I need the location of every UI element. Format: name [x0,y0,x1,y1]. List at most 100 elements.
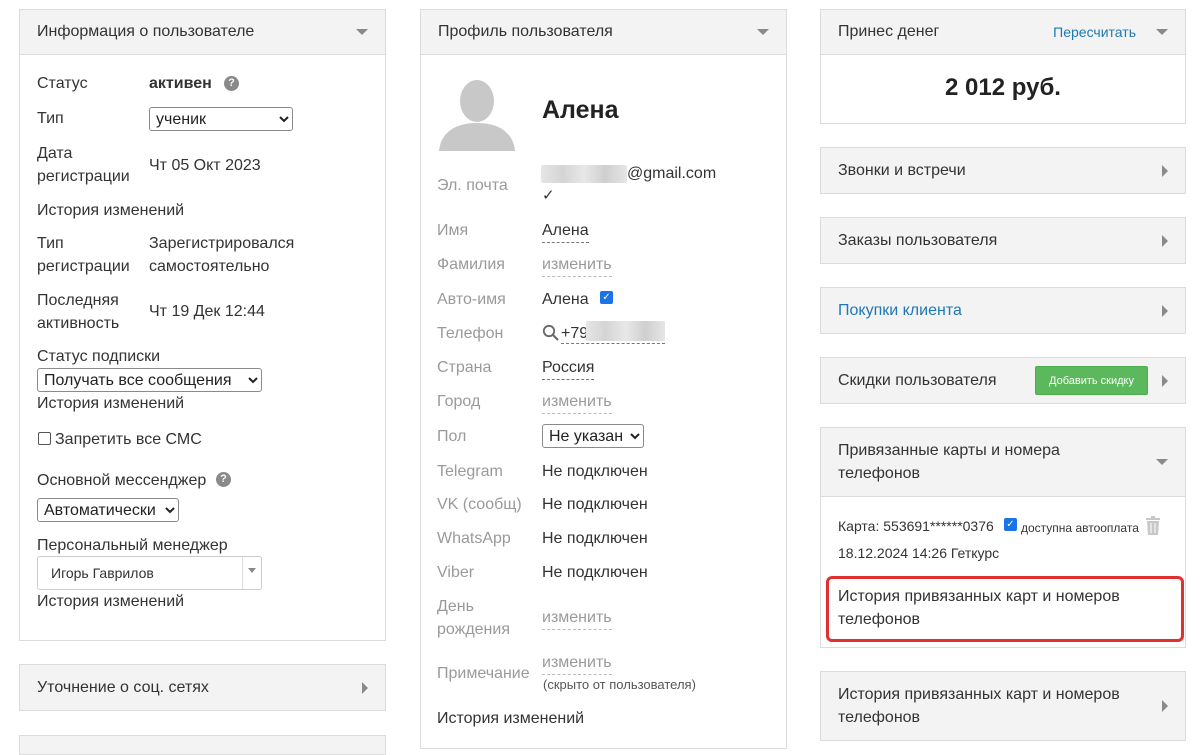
orders-header[interactable]: Заказы пользователя [821,218,1185,263]
user-info-title: Информация о пользователе [37,23,255,40]
status-label: Статус [37,75,88,92]
status-value: активен [149,75,212,92]
avatar [437,71,517,151]
chevron-down-icon[interactable] [757,29,769,35]
cards-title-line-1: Привязанные карты и номера [838,442,1060,459]
autopay-checkbox[interactable]: ✓ [1004,518,1017,531]
cards-header[interactable]: Привязанные карты и номера телефонов [821,428,1185,497]
trash-icon[interactable] [1145,516,1161,535]
cards-history-title-line-2: телефонов [838,709,921,726]
cards-history-title: История привязанных карт и номеров телеф… [838,683,1120,729]
note-label: Примечание [437,665,530,682]
telegram-label: Telegram [437,463,503,480]
first-name-value[interactable]: Алена [542,219,589,243]
discounts-title: Скидки пользователя [838,371,997,389]
city-label: Город [437,393,481,410]
messenger-select[interactable]: Автоматически [37,498,179,522]
orders-title: Заказы пользователя [838,231,998,249]
last-activity-label: Последняя [37,292,119,309]
card-number: Карта: 553691******0376 [838,518,994,534]
vk-value: Не подключен [542,496,648,513]
manager-select[interactable]: Игорь Гаврилов [37,556,262,590]
profile-history-link[interactable]: История изменений [437,707,584,730]
note-change-link[interactable]: изменить [542,651,612,675]
history-link[interactable]: История изменений [37,199,184,222]
cards-history-link-2[interactable]: телефонов [838,608,920,631]
reg-date-label: Дата [37,145,73,162]
birthday-change-link[interactable]: изменить [542,606,612,630]
cards-history-link[interactable]: История привязанных карт и номеров [838,585,1120,608]
discounts-header[interactable]: Скидки пользователя Добавить скидку [821,358,1185,403]
reg-type-label-2: регистрации [37,258,130,275]
redacted-email [541,165,627,183]
vk-label: VK (сообщ) [437,496,522,513]
gender-label: Пол [437,428,467,445]
reg-type-label: Тип [37,235,64,252]
user-info-header[interactable]: Информация о пользователе [20,10,385,55]
manager-label: Персональный менеджер [37,537,228,554]
help-icon[interactable]: ? [216,472,231,487]
type-select[interactable]: ученик [149,107,293,131]
profile-name: Алена [542,96,619,124]
last-name-label: Фамилия [437,256,505,273]
whatsapp-value: Не подключен [542,530,648,547]
last-activity-link[interactable]: Чт 19 Дек 12:44 [149,300,265,323]
chevron-right-icon[interactable] [1162,164,1168,177]
discounts-panel: Скидки пользователя Добавить скидку [820,357,1186,404]
manager-value: Игорь Гаврилов [51,565,154,581]
chevron-down-icon[interactable] [356,29,368,35]
purchases-panel[interactable]: Покупки клиента [820,287,1186,334]
last-name-change-link[interactable]: изменить [542,253,612,277]
chevron-down-icon[interactable] [1156,29,1168,35]
auto-name-checkbox[interactable]: ✓ [600,291,613,304]
profile-header[interactable]: Профиль пользователя [421,10,786,55]
manager-history-link[interactable]: История изменений [37,590,184,613]
cards-title-line-2: телефонов [838,465,921,482]
last-activity-label-2: активность [37,315,120,332]
card-date: 18.12.2024 14:26 Геткурс [838,545,1000,561]
phone-label: Телефон [437,325,504,342]
money-header[interactable]: Принес денег Пересчитать [821,10,1185,55]
calls-panel[interactable]: Звонки и встречи [820,147,1186,194]
money-panel: Принес денег Пересчитать [820,9,1186,124]
search-icon[interactable] [542,324,559,341]
country-value[interactable]: Россия [542,356,595,380]
social-title: Уточнение о соц. сетях [37,678,209,696]
chevron-right-icon[interactable] [1162,304,1168,317]
subscription-select[interactable]: Получать все сообщения [37,368,262,392]
profile-title: Профиль пользователя [438,23,613,40]
recalc-link[interactable]: Пересчитать [1053,24,1136,40]
phone-underline[interactable] [561,343,665,344]
chevron-down-icon[interactable] [248,568,256,573]
calls-header[interactable]: Звонки и встречи [821,148,1185,193]
viber-label: Viber [437,564,475,581]
phone-prefix: +79 [561,325,589,342]
chevron-right-icon[interactable] [1162,234,1168,247]
chevron-right-icon[interactable] [1162,374,1168,387]
add-discount-button[interactable]: Добавить скидку [1035,366,1148,395]
orders-panel[interactable]: Заказы пользователя [820,217,1186,264]
calls-title: Звонки и встречи [838,161,966,179]
sms-ban-checkbox[interactable] [38,432,51,445]
email-suffix: @gmail.com [627,165,717,182]
social-panel[interactable]: Уточнение о соц. сетях [19,664,386,711]
chevron-down-icon[interactable] [1156,459,1168,465]
purchases-title[interactable]: Покупки клиента [838,302,962,320]
cards-history-header[interactable]: История привязанных карт и номеров телеф… [821,672,1185,740]
gender-select[interactable]: Не указан [542,424,644,448]
birthday-label: День [437,598,474,615]
check-icon: ✓ [542,187,555,204]
subscription-history-link[interactable]: История изменений [37,392,184,415]
first-name-label: Имя [437,222,469,239]
social-header[interactable]: Уточнение о соц. сетях [20,665,385,710]
messenger-label: Основной мессенджер [37,472,207,489]
chevron-right-icon[interactable] [1162,700,1168,712]
purchases-header[interactable]: Покупки клиента [821,288,1185,333]
chevron-right-icon[interactable] [362,681,368,694]
select-divider [242,557,243,589]
whatsapp-label: WhatsApp [437,530,511,547]
note-hint: (скрыто от пользователя) [543,677,696,692]
help-icon[interactable]: ? [224,76,239,91]
city-change-link[interactable]: изменить [542,390,612,414]
cards-history-panel[interactable]: История привязанных карт и номеров телеф… [820,671,1186,741]
